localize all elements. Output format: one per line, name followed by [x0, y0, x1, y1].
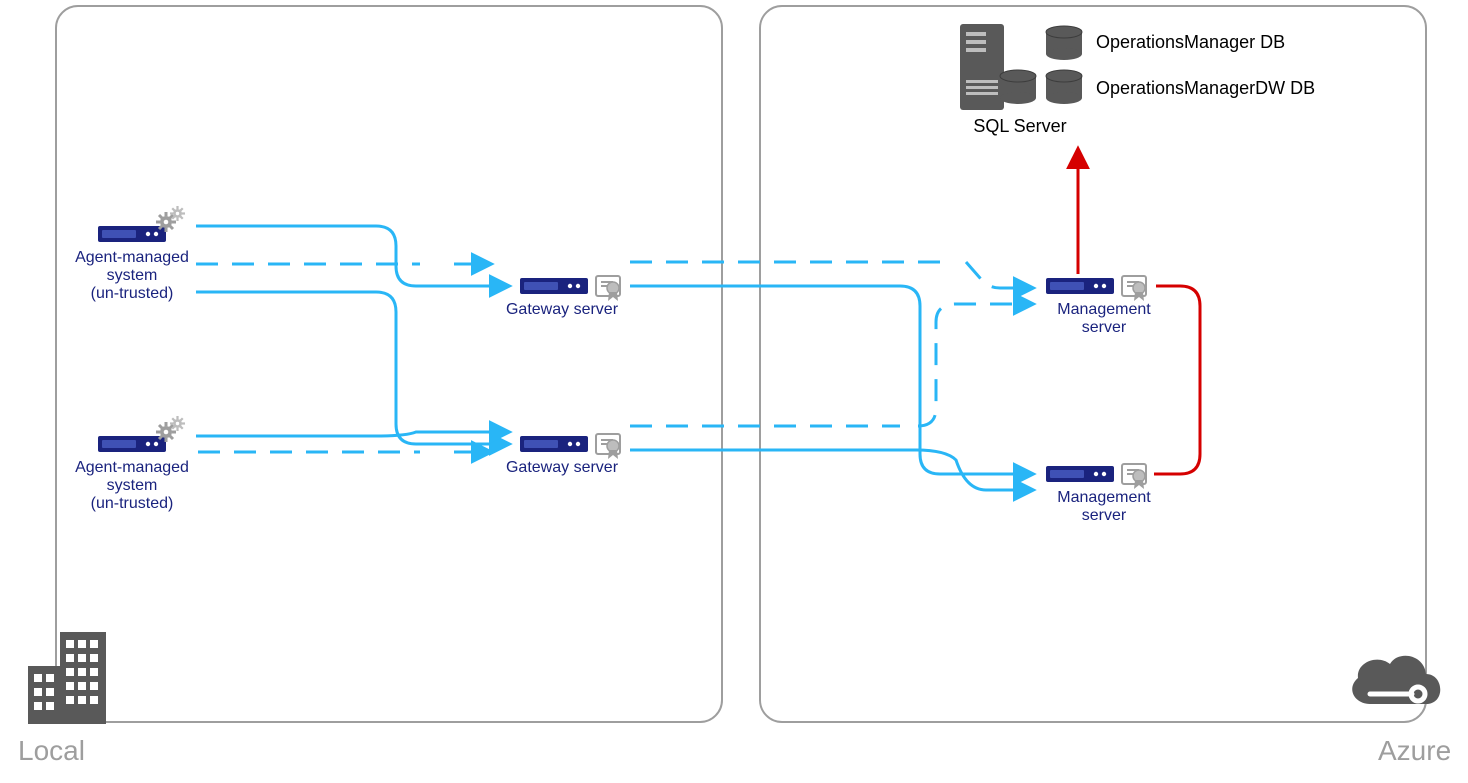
svg-text:Agent-managed: Agent-managed	[75, 459, 189, 476]
svg-text:(un-trusted): (un-trusted)	[91, 285, 174, 302]
server-tower-icon	[960, 24, 1004, 110]
svg-text:Management: Management	[1057, 301, 1151, 318]
svg-text:system: system	[107, 477, 158, 494]
database-icon	[1000, 70, 1036, 104]
azure-zone-box	[760, 6, 1426, 722]
database-icon	[1046, 70, 1082, 104]
flow-agents-to-gateways	[196, 226, 508, 462]
svg-text:(un-trusted): (un-trusted)	[91, 495, 174, 512]
architecture-diagram: Local Azure Agent-managed system (un-tru…	[0, 0, 1468, 783]
database-icon	[1046, 26, 1082, 60]
svg-text:Gateway server: Gateway server	[506, 459, 619, 476]
svg-text:Management: Management	[1057, 489, 1151, 506]
building-icon	[28, 632, 106, 724]
svg-text:OperationsManager DB: OperationsManager DB	[1096, 32, 1285, 52]
agent-managed-system-1: Agent-managed system (un-trusted)	[75, 206, 189, 302]
gateway-server-1: Gateway server	[506, 276, 620, 318]
azure-zone-label: Azure	[1378, 735, 1451, 766]
svg-text:system: system	[107, 267, 158, 284]
management-server-1: Management server	[1046, 276, 1151, 336]
local-zone-box	[56, 6, 722, 722]
sql-server-cluster: SQL Server OperationsManager DB Operatio…	[960, 24, 1315, 136]
svg-text:OperationsManagerDW DB: OperationsManagerDW DB	[1096, 78, 1315, 98]
flow-gateways-to-mgmt	[630, 262, 1032, 490]
svg-text:Agent-managed: Agent-managed	[75, 249, 189, 266]
management-server-2: Management server	[1046, 464, 1151, 524]
cloud-icon	[1352, 656, 1440, 704]
svg-text:Gateway server: Gateway server	[506, 301, 619, 318]
svg-text:server: server	[1082, 507, 1127, 524]
gateway-server-2: Gateway server	[506, 434, 620, 476]
svg-text:server: server	[1082, 319, 1127, 336]
local-zone-label: Local	[18, 735, 85, 766]
agent-managed-system-2: Agent-managed system (un-trusted)	[75, 416, 189, 512]
svg-text:SQL Server: SQL Server	[973, 116, 1066, 136]
